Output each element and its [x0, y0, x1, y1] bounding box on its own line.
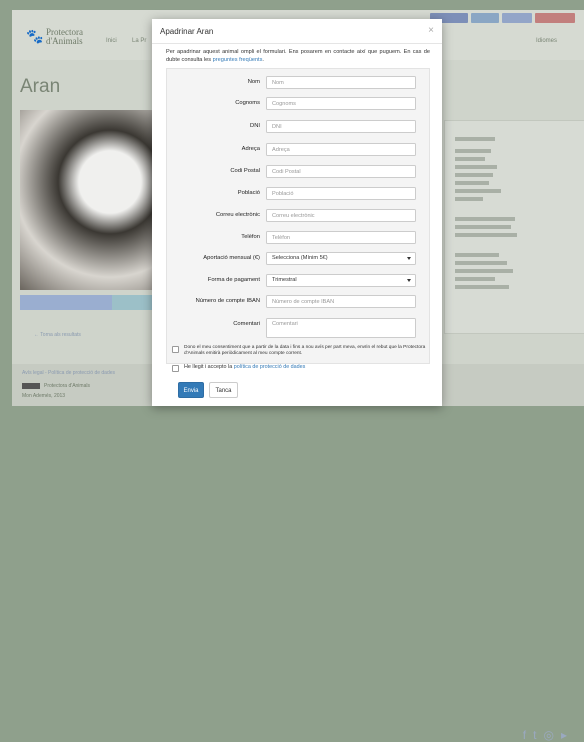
form-row-poblacio: Població	[166, 187, 430, 202]
cc-license-badge	[22, 383, 40, 389]
faq-link[interactable]: preguntes freqüents	[213, 57, 263, 63]
header-button-2[interactable]	[471, 13, 499, 23]
paw-logo-icon: 🐾	[26, 28, 44, 44]
modal-intro: Per apadrinar aquest animal ompli el for…	[166, 49, 430, 63]
poblacio-input[interactable]	[266, 187, 416, 200]
form-row-codi-postal: Codi Postal	[166, 165, 430, 180]
form-row-adreca: Adreça	[166, 143, 430, 158]
animal-info-panel	[444, 120, 584, 334]
twitter-icon[interactable]: t	[533, 728, 543, 742]
form-row-correu: Correu electrònic	[166, 209, 430, 224]
header-button-3[interactable]	[502, 13, 532, 23]
field-label: Adreça	[241, 146, 260, 152]
nav-item-protectora[interactable]: La Pr	[132, 38, 146, 44]
form-row-aportacio: Aportació mensual (€) Selecciona (Mínim …	[166, 252, 430, 267]
form-row-dni: DNI	[166, 120, 430, 135]
field-label: Codi Postal	[230, 168, 260, 174]
telefon-input[interactable]	[266, 231, 416, 244]
privacy-policy-link[interactable]: política de protecció de dades	[234, 364, 306, 370]
field-label: Número de compte IBAN	[195, 298, 260, 304]
back-to-results-link[interactable]: ← Torna als resultats	[34, 332, 81, 338]
field-label: Correu electrònic	[215, 212, 260, 218]
privacy-text: He llegit i accepto la política de prote…	[184, 364, 306, 370]
submit-button[interactable]: Envia	[178, 382, 204, 398]
modal-title: Apadrinar Aran	[160, 27, 214, 36]
consent-checkbox[interactable]	[172, 346, 179, 353]
adreca-input[interactable]	[266, 143, 416, 156]
instagram-icon[interactable]: ◎	[543, 728, 560, 742]
field-label: Forma de pagament	[207, 277, 260, 283]
chevron-down-icon	[407, 257, 411, 260]
page-title: Aran	[20, 76, 61, 97]
monthly-contribution-select[interactable]: Selecciona (Mínim 5€)	[266, 252, 416, 265]
cognoms-input[interactable]	[266, 97, 416, 110]
field-label: DNI	[250, 123, 260, 129]
nav-languages[interactable]: Idiomes	[536, 38, 557, 44]
field-label: Aportació mensual (€)	[203, 255, 260, 261]
chevron-down-icon	[407, 279, 411, 282]
comment-textarea[interactable]	[266, 318, 416, 338]
field-label: Cognoms	[235, 100, 260, 106]
field-label: Població	[237, 190, 260, 196]
form-row-forma-pagament: Forma de pagament Trimestral	[166, 274, 430, 289]
form-row-telefon: Telèfon	[166, 231, 430, 246]
consent-text: Dono el meu consentiment que a partir de…	[184, 345, 426, 356]
footer-license-text: Protectora d'Animals	[44, 383, 90, 389]
form-row-cognoms: Cognoms	[166, 97, 430, 112]
header-button-4[interactable]	[535, 13, 575, 23]
privacy-checkbox[interactable]	[172, 365, 179, 372]
field-label: Nom	[247, 79, 260, 85]
close-icon[interactable]: ×	[428, 25, 434, 36]
field-label: Comentari	[233, 321, 260, 327]
field-label: Telèfon	[241, 234, 260, 240]
nav-item-inici[interactable]: Inici	[106, 38, 117, 44]
iban-input[interactable]	[266, 295, 416, 308]
form-row-nom: Nom	[166, 76, 430, 91]
footer-address: Mon Ademés, 2013	[22, 393, 66, 399]
facebook-icon[interactable]: f	[523, 728, 533, 742]
codi-postal-input[interactable]	[266, 165, 416, 178]
footer-legal-link[interactable]: Avís legal - Política de protecció de da…	[22, 370, 115, 376]
form-row-iban: Número de compte IBAN	[166, 295, 430, 310]
payment-method-select[interactable]: Trimestral	[266, 274, 416, 287]
social-icons[interactable]: ft◎▸	[523, 728, 574, 742]
email-input[interactable]	[266, 209, 416, 222]
sponsor-modal: Apadrinar Aran × Per apadrinar aquest an…	[152, 19, 442, 406]
modal-header: Apadrinar Aran ×	[152, 19, 442, 44]
youtube-icon[interactable]: ▸	[561, 728, 574, 742]
close-button[interactable]: Tanca	[209, 382, 238, 398]
form-row-comentari: Comentari	[166, 318, 430, 338]
nom-input[interactable]	[266, 76, 416, 89]
site-logo-text[interactable]: Protectora d'Animals	[46, 28, 83, 46]
background-action-button-2[interactable]	[112, 295, 152, 310]
dni-input[interactable]	[266, 120, 416, 133]
